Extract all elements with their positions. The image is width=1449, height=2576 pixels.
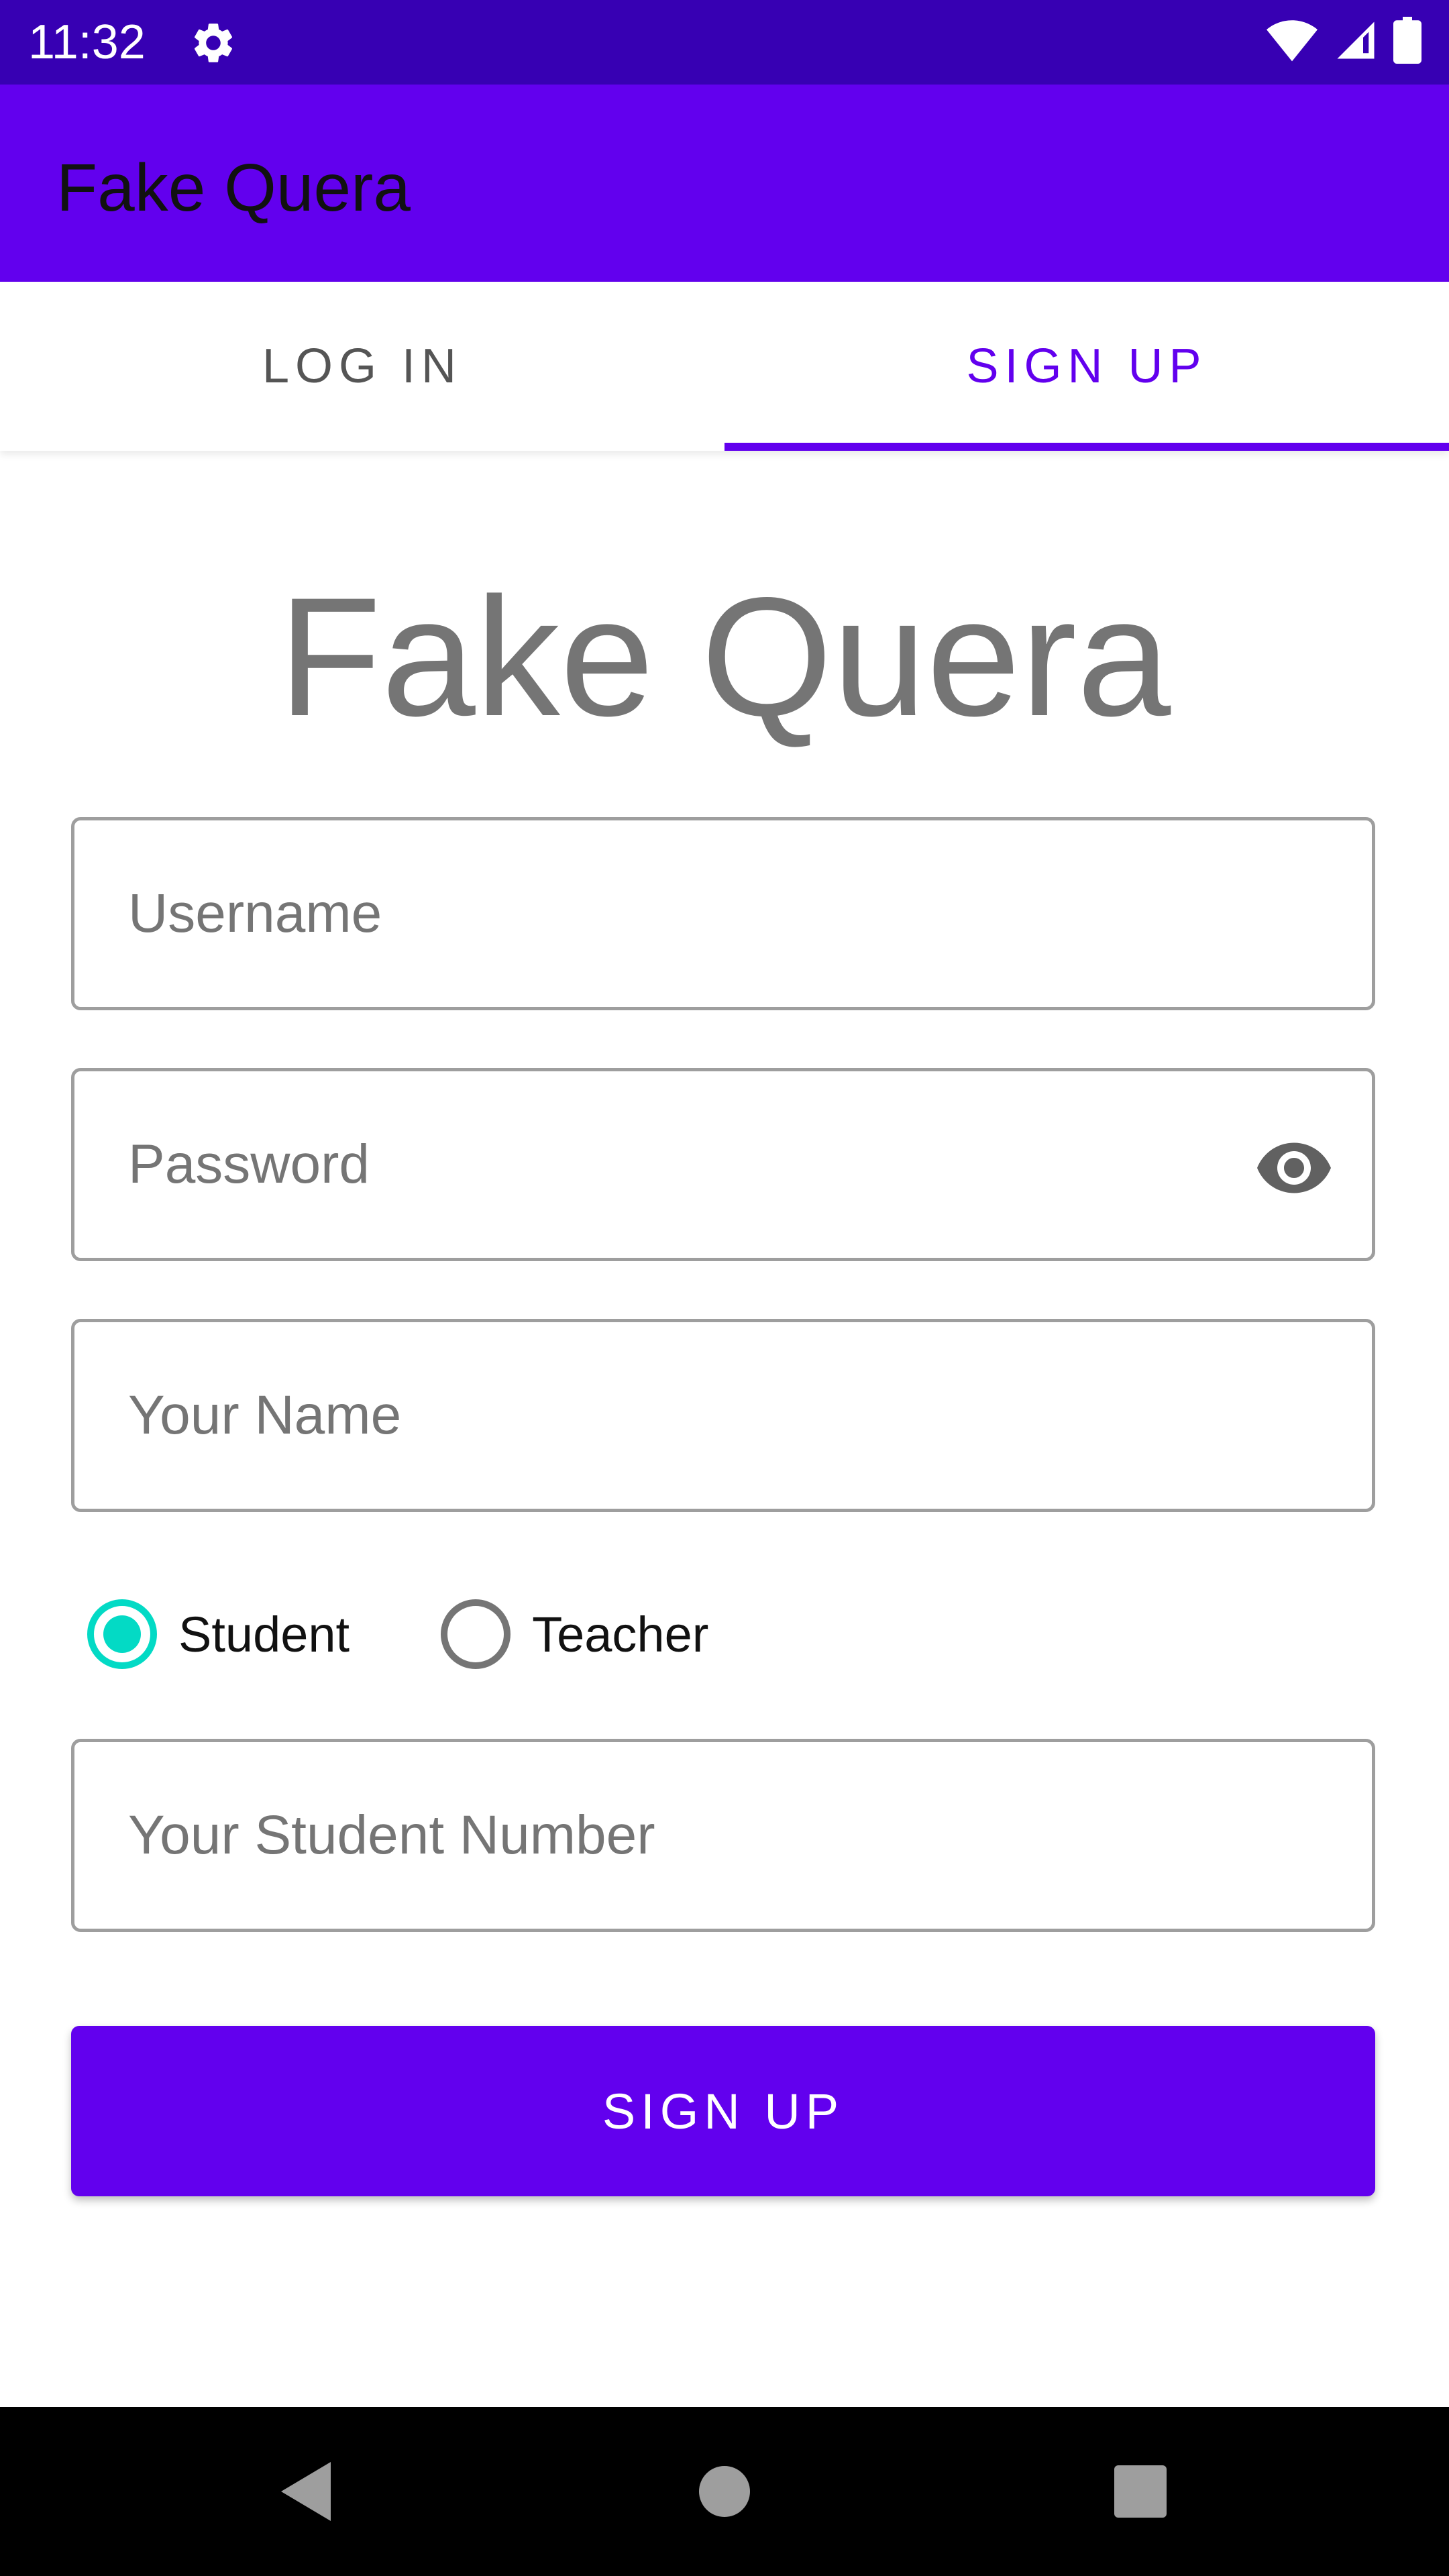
- status-time: 11:32: [28, 15, 146, 69]
- status-icons: [1265, 16, 1422, 67]
- radio-dot: [103, 1615, 141, 1653]
- radio-teacher-label: Teacher: [532, 1606, 709, 1662]
- home-icon[interactable]: [684, 2451, 765, 2532]
- role-radio-group: Student Teacher: [87, 1593, 708, 1676]
- page-heading: Fake Quera: [278, 563, 1171, 751]
- system-nav-bar: [0, 2407, 1449, 2576]
- password-field: [71, 1068, 1375, 1261]
- student-number-input[interactable]: [74, 1742, 1372, 1929]
- recents-icon[interactable]: [1100, 2451, 1181, 2532]
- app-bar: Fake Quera: [0, 85, 1449, 282]
- settings-icon: [189, 19, 237, 67]
- username-input[interactable]: [74, 820, 1372, 1007]
- radio-student[interactable]: Student: [87, 1599, 350, 1669]
- sign-up-button[interactable]: SIGN UP: [71, 2026, 1375, 2196]
- radio-checked-icon[interactable]: [87, 1599, 157, 1669]
- password-input[interactable]: [74, 1071, 1372, 1258]
- tab-bar: LOG IN SIGN UP: [0, 282, 1449, 451]
- app-title: Fake Quera: [56, 150, 411, 225]
- username-field: [71, 817, 1375, 1010]
- tab-indicator: [724, 443, 1449, 451]
- wifi-icon: [1265, 18, 1319, 66]
- status-bar: 11:32: [0, 0, 1449, 85]
- student-number-field: [71, 1739, 1375, 1932]
- cell-signal-icon: [1334, 18, 1378, 66]
- tab-sign-up[interactable]: SIGN UP: [724, 282, 1449, 451]
- radio-teacher[interactable]: Teacher: [441, 1599, 708, 1669]
- tab-log-in[interactable]: LOG IN: [0, 282, 724, 451]
- radio-student-label: Student: [178, 1606, 350, 1662]
- name-input[interactable]: [74, 1322, 1372, 1509]
- name-field: [71, 1319, 1375, 1512]
- eye-icon[interactable]: [1254, 1128, 1334, 1208]
- battery-icon: [1393, 16, 1422, 67]
- radio-unchecked-icon[interactable]: [441, 1599, 511, 1669]
- back-icon[interactable]: [266, 2451, 346, 2532]
